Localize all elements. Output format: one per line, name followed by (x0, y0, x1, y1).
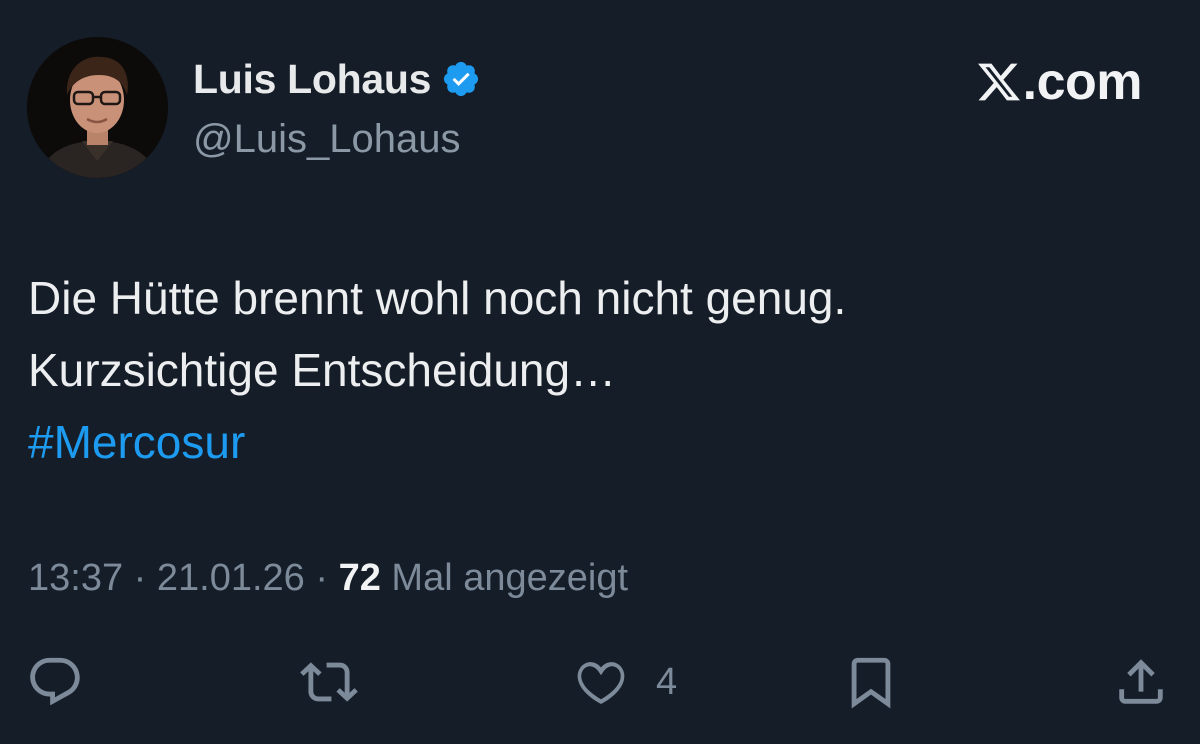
author-display-name[interactable]: Luis Lohaus (193, 54, 431, 104)
avatar-photo (27, 37, 168, 178)
reply-icon (30, 657, 80, 706)
share-icon (1119, 659, 1163, 704)
tweet-text: Die Hütte brennt wohl noch nicht genug. … (28, 262, 1168, 478)
tweet-time[interactable]: 13:37 (28, 557, 123, 599)
action-bar: 4 (0, 650, 1200, 714)
x-logo-icon (977, 63, 1020, 101)
tweet-date[interactable]: 21.01.26 (157, 557, 305, 599)
like-count: 4 (656, 660, 678, 703)
meta-separator: · (123, 557, 157, 599)
share-button[interactable] (1112, 650, 1170, 714)
author-handle[interactable]: @Luis_Lohaus (193, 115, 460, 163)
tweet-text-line: Kurzsichtige Entscheidung… (28, 344, 617, 396)
verified-badge-icon (444, 61, 479, 97)
tweet-meta: 13:37 · 21.01.26 · 72 Mal angezeigt (28, 552, 628, 604)
views-count[interactable]: 72 (339, 557, 381, 599)
hashtag-link[interactable]: #Mercosur (28, 406, 1168, 478)
tweet-text-line: Die Hütte brennt wohl noch nicht genug. (28, 272, 847, 324)
bookmark-icon (851, 657, 891, 709)
like-button[interactable]: 4 (572, 650, 677, 714)
meta-separator: · (304, 557, 339, 599)
repost-icon (300, 662, 358, 702)
avatar[interactable] (27, 37, 168, 178)
views-label[interactable]: Mal angezeigt (381, 557, 628, 599)
author-name-row: Luis Lohaus (193, 54, 481, 104)
brand-text: .com (1022, 53, 1143, 111)
brand-logo: .com (977, 52, 1143, 112)
repost-button[interactable] (300, 650, 358, 714)
heart-icon (577, 662, 625, 704)
reply-button[interactable] (26, 650, 84, 714)
bookmark-button[interactable] (842, 650, 900, 714)
